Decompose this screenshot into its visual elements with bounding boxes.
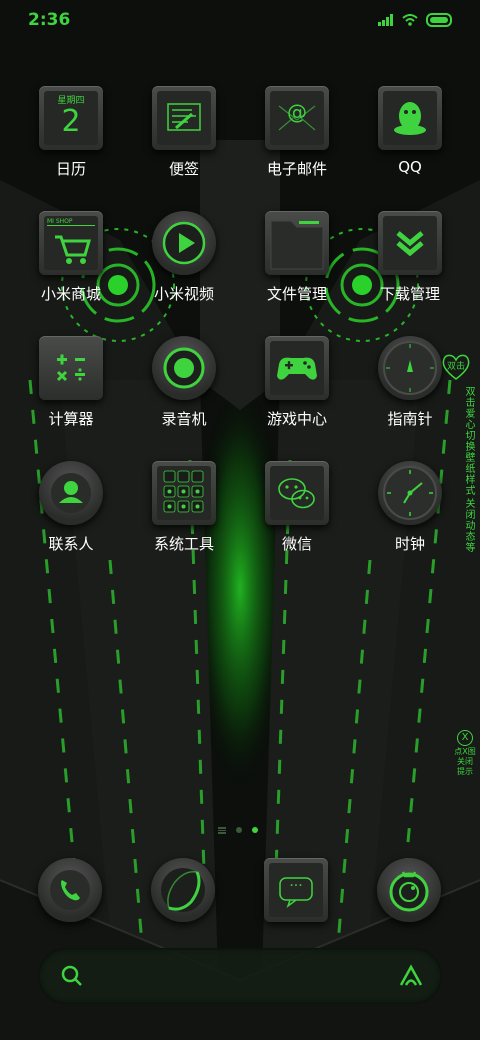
status-bar: 2:36 — [0, 0, 480, 40]
app-label: 微信 — [281, 535, 312, 553]
app-wechat[interactable]: 微信 — [241, 461, 353, 581]
app-email[interactable]: @ 电子邮件 — [241, 86, 353, 206]
dynamic-close-hint: 关闭动态等 — [463, 498, 474, 553]
calendar-icon: 星期四 2 — [39, 86, 103, 150]
contacts-icon — [39, 461, 103, 525]
app-label: 联系人 — [48, 535, 94, 553]
notes-icon — [152, 86, 216, 150]
app-calendar[interactable]: 星期四 2 日历 — [15, 86, 127, 206]
assistant-icon[interactable] — [398, 964, 424, 988]
app-label: 小米商城 — [40, 285, 101, 303]
close-hint-line3: 提示 — [457, 767, 473, 776]
heart-label: 双击 — [446, 362, 465, 372]
close-hint-button[interactable]: X 点X图 关闭 提示 — [452, 730, 478, 780]
app-label: 小米视频 — [153, 285, 214, 303]
wechat-icon — [265, 461, 329, 525]
close-hint-line2: 关闭 — [457, 757, 473, 766]
page-dot-1[interactable] — [236, 827, 242, 834]
clock-icon — [378, 461, 442, 525]
heart-toggle[interactable]: 双击 — [440, 352, 472, 382]
app-label: QQ — [398, 158, 422, 176]
app-label: 录音机 — [161, 410, 207, 428]
app-download-manager[interactable]: 下载管理 — [354, 211, 466, 331]
dock-phone[interactable] — [38, 858, 102, 922]
app-calculator[interactable]: 计算器 — [15, 336, 127, 456]
app-label: 便签 — [168, 160, 199, 178]
wifi-icon — [402, 14, 418, 26]
status-icons — [378, 12, 454, 28]
wallpaper-switch-hint: 双击爱心切换壁纸样式 — [463, 386, 474, 496]
download-icon — [378, 211, 442, 275]
gamepad-icon — [265, 336, 329, 400]
app-label: 日历 — [55, 160, 86, 178]
camera-icon — [377, 858, 441, 922]
qq-icon — [378, 86, 442, 150]
app-label: 计算器 — [48, 410, 94, 428]
message-dots: ··· — [289, 878, 303, 894]
mi-store-icon: MI SHOP — [39, 211, 103, 275]
dock-camera[interactable] — [377, 858, 441, 922]
calculator-icon — [39, 336, 103, 400]
close-x-icon: X — [457, 730, 473, 746]
message-icon: ··· — [264, 858, 328, 922]
app-qq[interactable]: QQ — [354, 86, 466, 206]
app-notes[interactable]: 便签 — [128, 86, 240, 206]
page-dot-2[interactable] — [252, 827, 258, 834]
calendar-day: 2 — [61, 104, 81, 139]
phone-icon — [38, 858, 102, 922]
app-label: 文件管理 — [266, 285, 327, 303]
app-label: 电子邮件 — [266, 160, 327, 178]
signal-icon — [378, 14, 393, 26]
email-icon: @ — [265, 86, 329, 150]
folder-icon — [265, 211, 329, 275]
app-label: 系统工具 — [153, 535, 214, 553]
search-bar[interactable] — [38, 948, 442, 1004]
search-icon[interactable] — [60, 964, 84, 988]
status-time: 2:36 — [28, 10, 71, 30]
app-mi-store[interactable]: MI SHOP 小米商城 — [15, 211, 127, 331]
dock-messages[interactable]: ··· — [264, 858, 328, 922]
app-label: 游戏中心 — [266, 410, 327, 428]
recorder-icon — [152, 336, 216, 400]
battery-icon — [426, 13, 452, 27]
app-label: 时钟 — [394, 535, 425, 553]
browser-icon — [151, 858, 215, 922]
dock-browser[interactable] — [151, 858, 215, 922]
app-clock[interactable]: 时钟 — [354, 461, 466, 581]
system-tools-icon — [152, 461, 216, 525]
page-indicator — [218, 826, 258, 835]
app-recorder[interactable]: 录音机 — [128, 336, 240, 456]
app-label: 下载管理 — [379, 285, 440, 303]
home-lines-icon — [218, 826, 226, 835]
video-play-icon — [152, 211, 216, 275]
app-label: 指南针 — [387, 410, 433, 428]
app-contacts[interactable]: 联系人 — [15, 461, 127, 581]
close-hint-line1: 点X图 — [454, 747, 476, 756]
email-at-glyph: @ — [287, 100, 307, 124]
app-file-manager[interactable]: 文件管理 — [241, 211, 353, 331]
app-system-tools[interactable]: 系统工具 — [128, 461, 240, 581]
compass-icon — [378, 336, 442, 400]
app-mi-video[interactable]: 小米视频 — [128, 211, 240, 331]
app-game-center[interactable]: 游戏中心 — [241, 336, 353, 456]
